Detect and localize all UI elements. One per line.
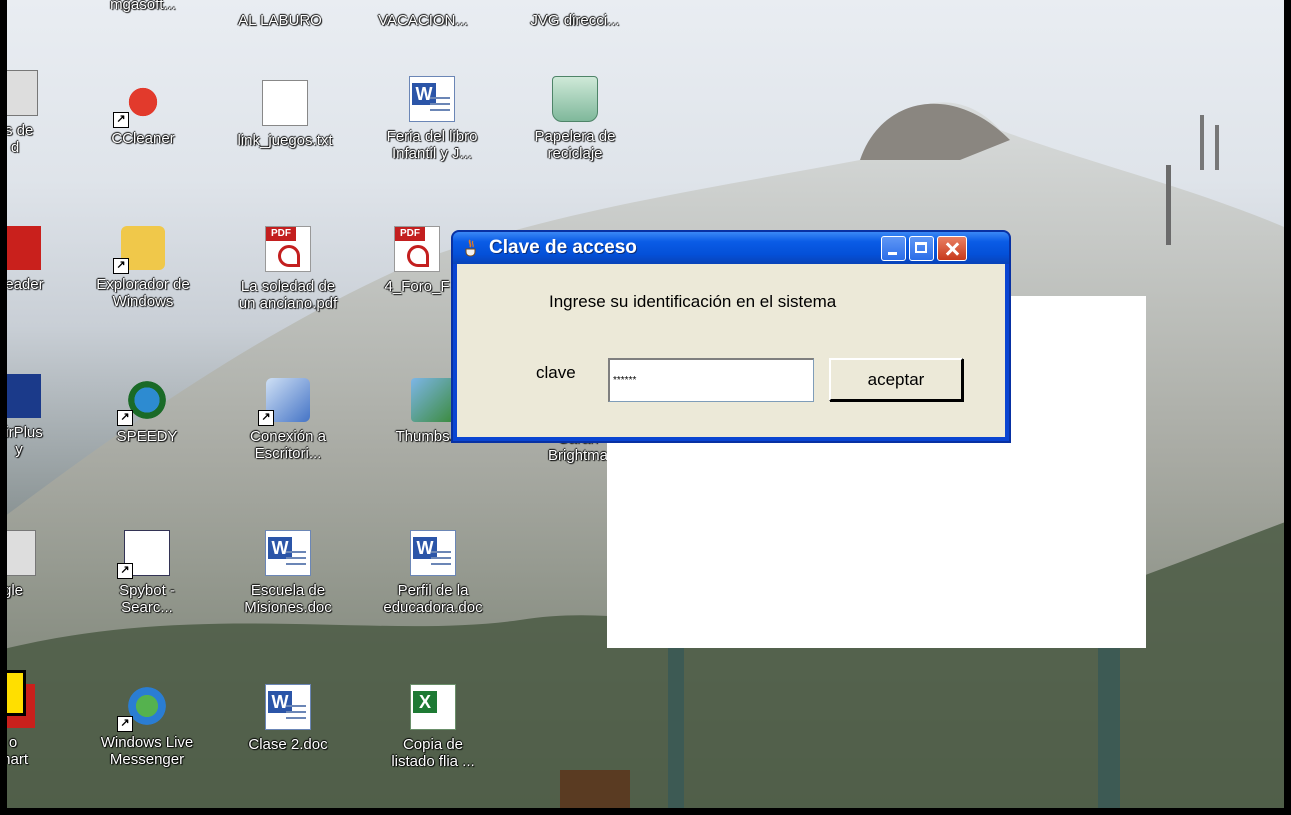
- shortcut-arrow-icon: ↗: [113, 112, 129, 128]
- minimize-button[interactable]: [881, 236, 906, 261]
- icon-label: Explorador de Windows: [96, 276, 190, 310]
- icon-favoritos-de-red[interactable]: os de d: [0, 70, 70, 156]
- network-globe-icon: ↗: [117, 378, 169, 426]
- icon-label: link_juegos.txt: [237, 132, 333, 149]
- shortcut-arrow-icon: ↗: [258, 410, 274, 426]
- thumbs-db-icon: [411, 378, 455, 422]
- icon-airplus[interactable]: AirPlus y: [0, 374, 74, 458]
- shortcut-arrow-icon: ↗: [117, 410, 133, 426]
- icon-label: AL LABURO: [238, 12, 322, 29]
- icon-label: Escuela de Misiones.doc: [244, 582, 332, 616]
- login-dialog: Clave de acceso Ingrese su identificació…: [451, 230, 1011, 443]
- icon-label: Clase 2.doc: [248, 736, 328, 753]
- icon-label: gle: [2, 582, 24, 599]
- shortcut-arrow-icon: ↗: [117, 563, 133, 579]
- word-document-icon: [265, 684, 311, 730]
- icon-copia-listado[interactable]: Copia de listado flia ...: [378, 684, 488, 770]
- icon-al-laburo[interactable]: AL LABURO: [225, 12, 335, 29]
- icon-label: Windows Live Messenger: [100, 734, 194, 768]
- icon-label: JVG direcci...: [530, 12, 620, 29]
- icon-partial-top-1[interactable]: mgasoft...: [88, 0, 198, 13]
- icon-label: AirPlus y: [0, 424, 43, 458]
- icon-conexion-escritorio[interactable]: ↗ Conexión a Escritori...: [233, 378, 343, 462]
- icon-label: CCleaner: [111, 130, 175, 147]
- dialog-titlebar[interactable]: Clave de acceso: [453, 232, 1009, 264]
- icon-google[interactable]: gle: [0, 530, 68, 599]
- pdf-icon: [265, 226, 311, 272]
- password-label: clave: [536, 363, 576, 382]
- icon-la-soledad[interactable]: La soledad de un anciano.pdf: [233, 226, 343, 312]
- icon-label: Feria del libro Infantil y J...: [386, 128, 478, 162]
- icon-label: Conexión a Escritori...: [250, 428, 326, 462]
- icon-label: Papelera de reciclaje: [534, 128, 616, 162]
- accept-button[interactable]: aceptar: [829, 358, 963, 401]
- spybot-icon: ↗: [117, 530, 170, 579]
- dialog-client-area: Ingrese su identificación en el sistema …: [457, 264, 1005, 437]
- remote-desktop-icon: ↗: [258, 378, 310, 426]
- icon-label: Perfil de la educadora.doc: [383, 582, 483, 616]
- excel-document-icon: [410, 684, 456, 730]
- icon-label: SPEEDY: [116, 428, 178, 445]
- icon-label: o mart: [0, 734, 28, 768]
- maximize-button[interactable]: [909, 236, 934, 261]
- text-file-icon: [262, 80, 308, 126]
- icon-label: mgasoft...: [110, 0, 176, 13]
- icon-label: Copia de listado flia ...: [391, 736, 475, 770]
- login-prompt: Ingrese su identificación en el sistema: [549, 292, 837, 311]
- icon-vacacion[interactable]: VACACION...: [368, 12, 478, 29]
- dialog-title: Clave de acceso: [489, 237, 637, 258]
- pdf-icon: [394, 226, 440, 272]
- recycle-bin-icon: [552, 76, 598, 122]
- screen-border-bottom: [0, 808, 1291, 815]
- icon-papelera[interactable]: Papelera de reciclaje: [520, 76, 630, 162]
- word-document-icon: [265, 530, 311, 576]
- icon-label: Reader: [0, 276, 44, 293]
- java-cup-icon: [465, 239, 476, 257]
- screen-border-right: [1284, 0, 1291, 815]
- shortcut-arrow-icon: ↗: [117, 716, 133, 732]
- word-document-icon: [410, 530, 456, 576]
- screen-border-left: [0, 0, 7, 815]
- icon-label: os de d: [0, 122, 34, 156]
- icon-perfil-educadora[interactable]: Perfil de la educadora.doc: [378, 530, 488, 616]
- icon-feria-del-libro[interactable]: Feria del libro Infantil y J...: [377, 76, 487, 162]
- icon-escuela-misiones[interactable]: Escuela de Misiones.doc: [233, 530, 343, 616]
- icon-spybot[interactable]: ↗ Spybot - Searc...: [92, 530, 202, 616]
- icon-clase-2[interactable]: Clase 2.doc: [233, 684, 343, 753]
- folder-search-icon: ↗: [113, 226, 165, 274]
- icon-link-juegos[interactable]: link_juegos.txt: [230, 80, 340, 149]
- icon-adobe-reader[interactable]: Reader: [0, 226, 74, 293]
- shortcut-arrow-icon: ↗: [113, 258, 129, 274]
- icon-label: La soledad de un anciano.pdf: [238, 278, 338, 312]
- icon-label: Spybot - Searc...: [119, 582, 175, 616]
- password-field[interactable]: [608, 358, 814, 402]
- word-document-icon: [409, 76, 455, 122]
- ccleaner-icon: ↗: [113, 80, 165, 128]
- close-button[interactable]: [937, 236, 967, 261]
- icon-ccleaner[interactable]: ↗ CCleaner: [88, 80, 198, 147]
- icon-explorador-windows[interactable]: ↗ Explorador de Windows: [88, 226, 198, 310]
- icon-windows-live-messenger[interactable]: ↗ Windows Live Messenger: [92, 684, 202, 768]
- messenger-icon: ↗: [117, 684, 169, 732]
- icon-jvg-direcci[interactable]: JVG direcci...: [520, 12, 630, 29]
- icon-speedy[interactable]: ↗ SPEEDY: [92, 378, 202, 445]
- icon-label: VACACION...: [378, 12, 468, 29]
